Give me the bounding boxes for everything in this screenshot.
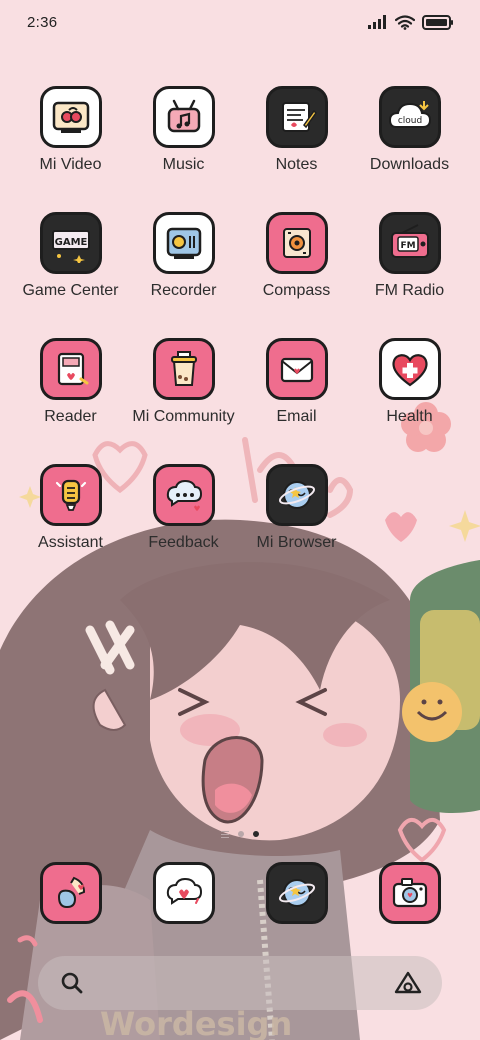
app-label: Mi Video [39,156,102,173]
page-dot-active [253,831,259,837]
app-music[interactable]: Music [127,86,240,174]
signal-icon [368,15,386,29]
reader-icon [39,338,102,400]
app-game-center[interactable]: GAME Game Center [14,212,127,300]
feedback-icon [152,464,215,526]
battery-icon [422,14,453,30]
game-center-icon: GAME [39,212,102,274]
fm-radio-icon: FM [378,212,441,274]
notes-icon [265,86,328,148]
health-icon [378,338,441,400]
app-label: Health [386,408,433,425]
mi-video-icon [39,86,102,148]
fm-text: FM [400,241,415,251]
status-icons [368,14,454,30]
dock-browser[interactable] [240,862,353,924]
app-health[interactable]: Health [353,338,466,426]
app-label: Music [162,156,205,173]
page-dot [238,831,244,837]
app-label: Downloads [369,156,450,173]
app-notes[interactable]: Notes [240,86,353,174]
app-label: Mi Community [132,408,235,425]
app-label: Recorder [150,282,217,299]
camera-icon [378,862,441,924]
app-label: Feedback [148,534,219,551]
app-recorder[interactable]: Recorder [127,212,240,300]
compass-icon [265,212,328,274]
dock-messages[interactable] [127,862,240,924]
assistant-icon [39,464,102,526]
recorder-icon [152,212,215,274]
app-label: Compass [262,282,331,299]
wifi-icon [395,14,415,30]
app-label: Game Center [22,282,119,299]
app-fm-radio[interactable]: FM FM Radio [353,212,466,300]
app-compass[interactable]: Compass [240,212,353,300]
page-indicator-menu-icon [221,830,229,838]
app-email[interactable]: Email [240,338,353,426]
app-mi-community[interactable]: Mi Community [127,338,240,426]
app-label: Mi Browser [256,534,337,551]
app-mi-video[interactable]: Mi Video [14,86,127,174]
mi-community-icon [152,338,215,400]
mi-browser-icon [265,464,328,526]
status-bar: 2:36 [0,0,480,44]
status-time: 2:36 [27,13,58,31]
messages-icon [152,862,215,924]
app-label: Notes [275,156,318,173]
search-icon[interactable] [60,971,84,995]
dock-camera[interactable] [353,862,466,924]
app-label: FM Radio [374,282,445,299]
wallpaper-text: Wordesign [100,1005,292,1040]
app-downloads[interactable]: cloud Downloads [353,86,466,174]
app-mi-browser[interactable]: Mi Browser [240,464,353,552]
app-feedback[interactable]: Feedback [127,464,240,552]
page-indicator[interactable] [0,828,480,840]
app-label: Assistant [38,534,103,551]
app-reader[interactable]: Reader [14,338,127,426]
game-text: GAME [54,237,87,248]
cloud-text: cloud [397,116,421,126]
music-icon [152,86,215,148]
app-label: Reader [44,408,97,425]
browser-icon [265,862,328,924]
phone-icon [39,862,102,924]
app-assistant[interactable]: Assistant [14,464,127,552]
downloads-icon: cloud [378,86,441,148]
search-bar[interactable] [38,956,442,1010]
email-icon [265,338,328,400]
assistant-triangle-icon[interactable] [394,970,422,996]
app-label: Email [276,408,317,425]
dock-phone[interactable] [14,862,127,924]
